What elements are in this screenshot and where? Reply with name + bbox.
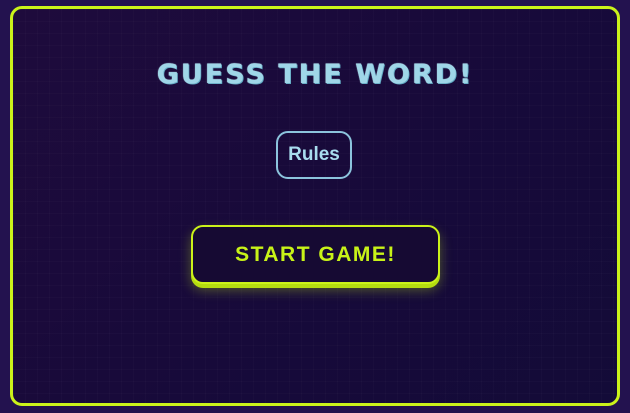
game-panel: GUESS THE WORD! Rules START GAME! — [10, 6, 620, 406]
start-game-button[interactable]: START GAME! — [191, 225, 440, 284]
game-title: GUESS THE WORD! — [156, 59, 474, 90]
rules-button[interactable]: Rules — [276, 131, 352, 179]
